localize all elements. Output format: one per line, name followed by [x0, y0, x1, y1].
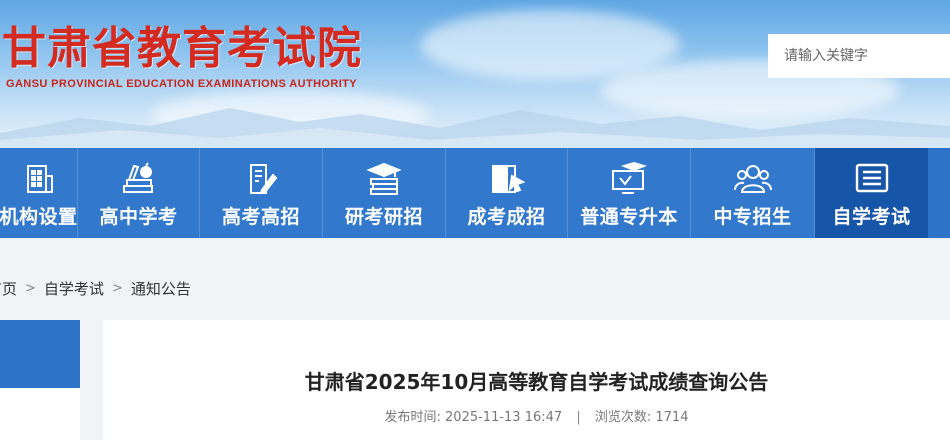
meta-divider: | — [576, 410, 581, 425]
nav-label: 中专招生 — [713, 206, 792, 228]
nav-label: 普通专升本 — [580, 206, 678, 228]
document-pen-icon — [244, 162, 278, 196]
monitor-cap-icon — [610, 162, 648, 196]
publish-time-label: 发布时间: — [384, 410, 441, 425]
search-input[interactable] — [768, 34, 950, 78]
nav-label: 高考高招 — [221, 206, 300, 228]
book-cursor-icon — [488, 162, 526, 196]
nav-label: 研考研招 — [344, 206, 423, 228]
building-icon — [22, 162, 56, 196]
nav-item-postgraduate[interactable]: 研考研招 — [323, 148, 446, 238]
nav-item-high-school-exam[interactable]: 高中学考 — [78, 148, 200, 238]
main-nav: 机构设置 高中学考 高考高招 研考研招 成考成招 普通专升本 中专招生 自学考试 — [0, 148, 950, 238]
article-title-text: 甘肃省2025年10月高等教育自学考试成绩查询公告 — [304, 370, 769, 394]
site-header: 甘肃省教育考试院 GANSU PROVINCIAL EDUCATION EXAM… — [0, 0, 950, 148]
breadcrumb-separator: > — [111, 280, 123, 296]
breadcrumb-separator: > — [25, 280, 36, 296]
breadcrumb-notices[interactable]: 通知公告 — [131, 278, 191, 299]
article-meta: 发布时间: 2025-11-13 16:47 | 浏览次数: 1714 — [103, 406, 950, 425]
publish-time: 2025-11-13 16:47 — [445, 410, 563, 425]
views-label: 浏览次数: — [594, 410, 652, 425]
sidebar-header — [0, 320, 80, 388]
nav-item-adult-exam[interactable]: 成考成招 — [446, 148, 568, 238]
nav-label: 机构设置 — [0, 206, 78, 228]
sidebar-panel — [0, 320, 80, 440]
breadcrumb-home[interactable]: 首页 — [0, 278, 17, 299]
nav-item-gaokao[interactable]: 高考高招 — [200, 148, 323, 238]
breadcrumb: 首页 > 自学考试 > 通知公告 — [0, 276, 191, 300]
nav-label: 成考成招 — [467, 206, 546, 228]
nav-item-upgrade-bachelor[interactable]: 普通专升本 — [568, 148, 691, 238]
nav-item-institutions[interactable]: 机构设置 — [0, 148, 78, 238]
nav-item-self-study-exam[interactable]: 自学考试 — [815, 148, 928, 238]
graduation-cap-books-icon — [365, 162, 403, 196]
site-logo-subtitle: GANSU PROVINCIAL EDUCATION EXAMINATIONS … — [6, 78, 358, 90]
nav-item-secondary-vocational[interactable]: 中专招生 — [691, 148, 815, 238]
breadcrumb-self-study[interactable]: 自学考试 — [44, 278, 104, 299]
list-document-icon — [854, 162, 890, 196]
users-icon — [733, 162, 773, 196]
site-logo-title[interactable]: 甘肃省教育考试院 — [2, 12, 362, 76]
article-panel: 甘肃省2025年10月高等教育自学考试成绩查询公告 发布时间: 2025-11-… — [103, 320, 950, 440]
mountain-silhouette — [0, 108, 950, 148]
nav-label: 高中学考 — [99, 206, 178, 228]
books-apple-icon — [120, 162, 158, 196]
nav-label: 自学考试 — [832, 206, 911, 228]
views-count: 1714 — [655, 410, 689, 425]
article-title: 甘肃省2025年10月高等教育自学考试成绩查询公告 — [103, 366, 950, 395]
